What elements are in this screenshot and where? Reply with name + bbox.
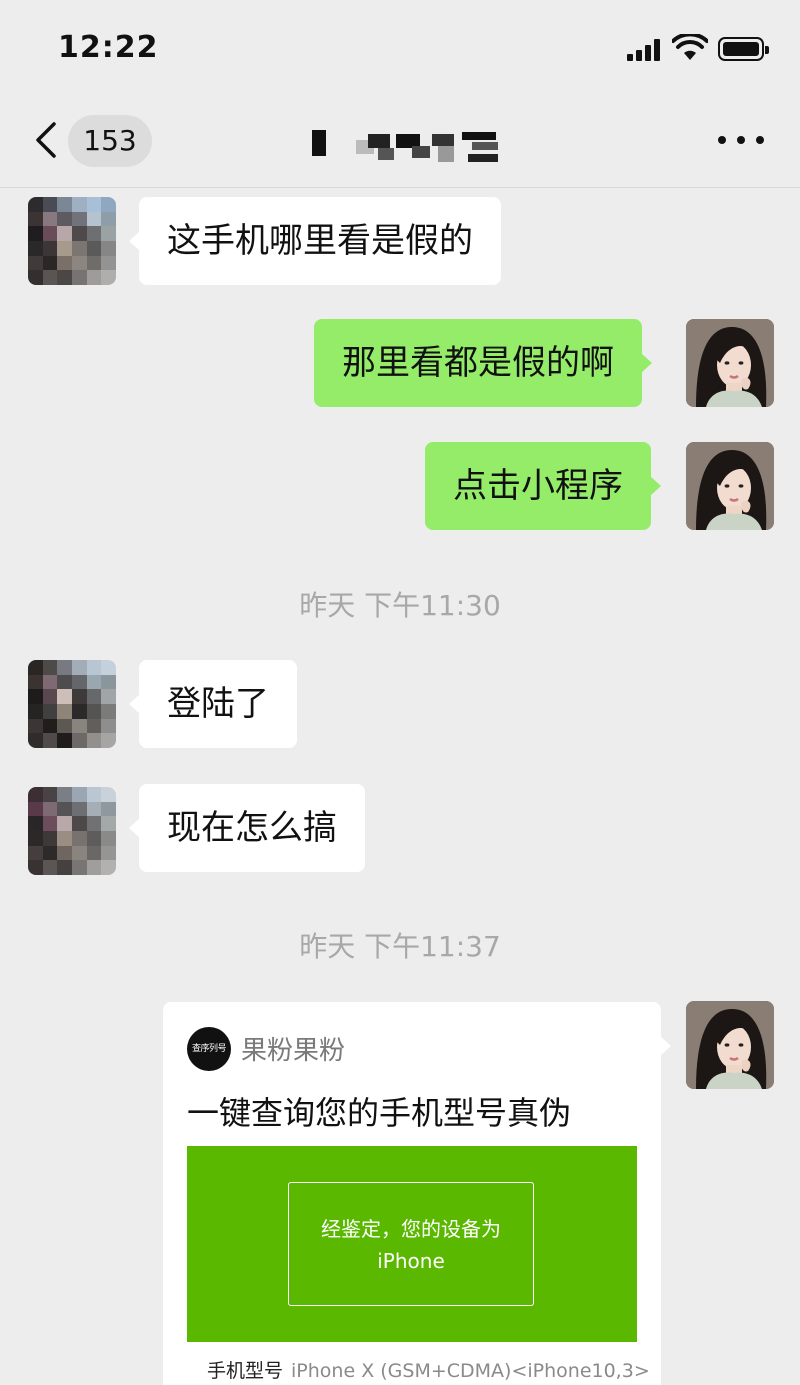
- message-bubble-outgoing[interactable]: 点击小程序: [425, 442, 661, 530]
- model-value: iPhone X (GSM+CDMA)<iPhone10,3>: [291, 1360, 650, 1382]
- status-bar: 12:22: [0, 0, 800, 100]
- message-bubble-incoming[interactable]: 登陆了: [129, 660, 297, 748]
- model-info-row: 手机型号 iPhone X (GSM+CDMA)<iPhone10,3>: [207, 1356, 650, 1383]
- portrait-image: [686, 1001, 774, 1089]
- result-frame: 经鉴定，您的设备为 iPhone: [288, 1182, 534, 1306]
- message-bubble-incoming[interactable]: 这手机哪里看是假的: [129, 197, 501, 285]
- my-avatar[interactable]: [686, 319, 774, 407]
- result-text-line1: 经鉴定，您的设备为: [321, 1217, 501, 1241]
- chat-timestamp: 昨天 下午11:30: [299, 589, 501, 622]
- unread-count-badge[interactable]: 153: [68, 115, 152, 167]
- contact-avatar-redacted[interactable]: [28, 197, 116, 285]
- contact-avatar-redacted[interactable]: [28, 660, 116, 748]
- result-text-line2: iPhone: [377, 1249, 445, 1273]
- mini-program-name: 果粉果粉: [241, 1036, 346, 1066]
- contact-avatar-redacted[interactable]: [28, 787, 116, 875]
- my-avatar[interactable]: [686, 1001, 774, 1089]
- message-bubble-incoming[interactable]: 现在怎么搞: [129, 784, 365, 872]
- portrait-image: [686, 319, 774, 407]
- cellular-signal-icon: [627, 39, 660, 61]
- mini-program-title: 一键查询您的手机型号真伪: [187, 1094, 572, 1132]
- chat-header: 153: [0, 100, 800, 188]
- battery-icon: [718, 37, 769, 61]
- redacted-chat-title: [312, 130, 498, 162]
- status-time: 12:22: [58, 30, 159, 65]
- model-label: 手机型号: [207, 1360, 284, 1382]
- message-bubble-outgoing[interactable]: 那里看都是假的啊: [314, 319, 652, 407]
- chat-timestamp: 昨天 下午11:37: [299, 930, 501, 963]
- back-chevron-icon[interactable]: [30, 120, 62, 160]
- wifi-icon: [672, 34, 708, 60]
- more-options-icon[interactable]: [718, 130, 764, 150]
- mini-program-logo: 查序列号: [187, 1027, 231, 1071]
- mini-program-card[interactable]: 查序列号 果粉果粉 一键查询您的手机型号真伪 经鉴定，您的设备为 iPhone …: [163, 1002, 671, 1385]
- my-avatar[interactable]: [686, 442, 774, 530]
- mini-program-preview-image: 经鉴定，您的设备为 iPhone: [187, 1146, 637, 1342]
- portrait-image: [686, 442, 774, 530]
